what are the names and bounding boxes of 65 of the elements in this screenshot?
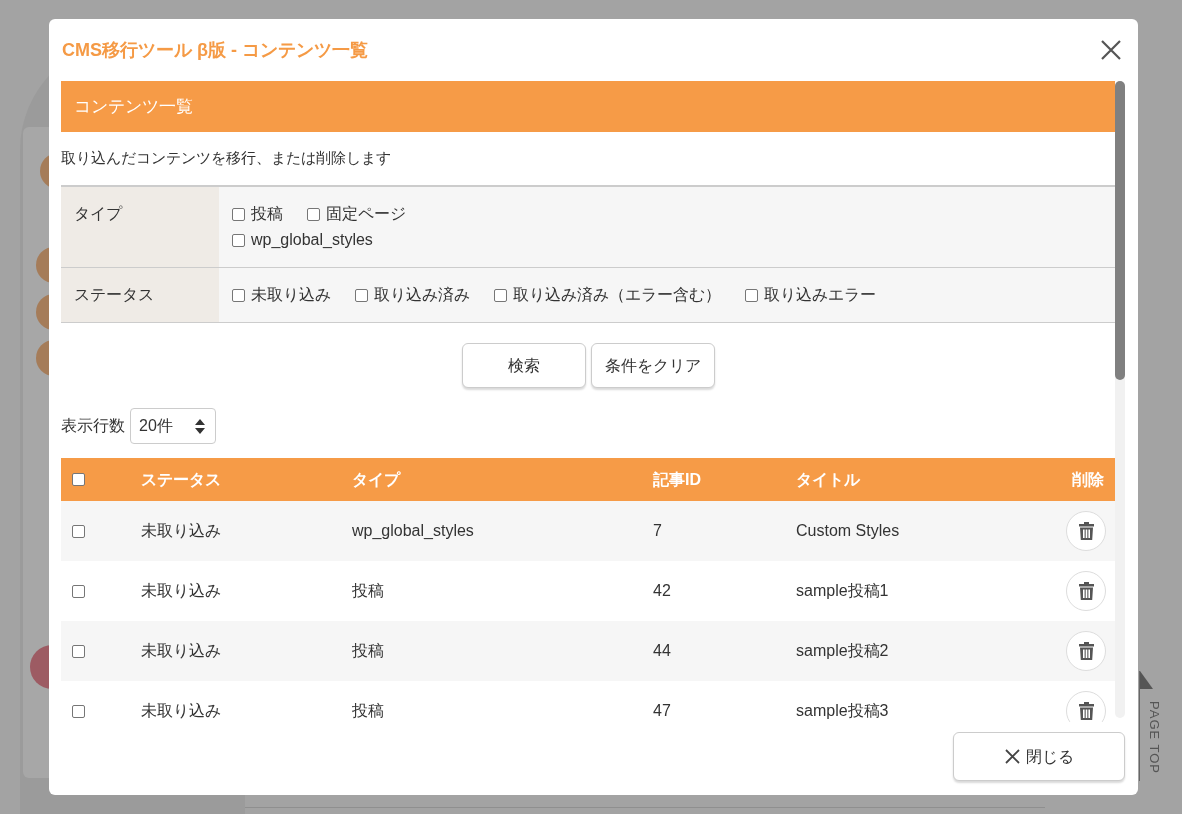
filter-action-button[interactable]: 条件をクリア xyxy=(590,343,715,388)
checkbox[interactable] xyxy=(72,524,85,538)
scrollbar-track[interactable] xyxy=(1115,81,1125,718)
table-cell-text: sample投稿2 xyxy=(796,641,889,661)
table-cell-text: wp_global_styles xyxy=(352,521,474,541)
checkbox-label: 未取り込み xyxy=(251,285,331,305)
table-cell-text: 投稿 xyxy=(352,641,384,661)
table-cell-text: 7 xyxy=(653,521,662,541)
checkbox-label: 取り込み済み xyxy=(374,285,470,305)
window-title: CMS移行ツール β版 - コンテンツ一覧 xyxy=(62,38,368,62)
checkbox-label: 固定ページ xyxy=(326,204,406,224)
table-cell-text: 投稿 xyxy=(352,581,384,601)
table-cell-text: 47 xyxy=(653,701,671,721)
checkbox[interactable] xyxy=(72,704,85,718)
column-header: タイトル xyxy=(796,469,860,490)
description-text: 取り込んだコンテンツを移行、または削除します xyxy=(61,148,391,168)
table-cell-text: 42 xyxy=(653,581,671,601)
checkbox[interactable] xyxy=(232,288,245,302)
delete-button[interactable] xyxy=(1066,571,1106,611)
section-title: コンテンツ一覧 xyxy=(74,95,193,118)
column-header: 記事ID xyxy=(653,469,701,490)
checkbox[interactable] xyxy=(494,288,507,302)
table-cell-text: Custom Styles xyxy=(796,521,900,541)
table-cell-text: sample投稿1 xyxy=(796,581,889,601)
checkbox[interactable] xyxy=(355,288,368,302)
column-header: ステータス xyxy=(141,469,221,490)
delete-button[interactable] xyxy=(1066,511,1106,551)
rows-per-page-select[interactable]: 20件 xyxy=(130,408,216,444)
checkbox[interactable] xyxy=(72,584,85,598)
rows-per-page-label: 表示行数 xyxy=(61,416,125,436)
checkbox[interactable] xyxy=(232,207,245,221)
trash-icon xyxy=(1078,642,1094,660)
filter-action-button[interactable]: 検索 xyxy=(461,343,586,388)
checkbox[interactable] xyxy=(745,288,758,302)
checkbox[interactable] xyxy=(72,644,85,658)
close-button[interactable] xyxy=(1100,39,1122,61)
triangle-icon xyxy=(1140,671,1153,689)
checkbox-label: 取り込みエラー xyxy=(764,285,876,305)
delete-button[interactable] xyxy=(1066,631,1106,671)
sort-caret-icon xyxy=(195,418,205,434)
checkbox[interactable] xyxy=(307,207,320,221)
close-icon xyxy=(1004,749,1020,764)
filter-label: ステータス xyxy=(74,286,154,303)
checkbox[interactable] xyxy=(72,473,85,486)
close-icon xyxy=(1101,40,1121,60)
table-cell-text: 未取り込み xyxy=(141,581,221,601)
table-cell-text: 未取り込み xyxy=(141,521,221,541)
table-cell-text: 44 xyxy=(653,641,671,661)
column-header: タイプ xyxy=(352,469,400,490)
checkbox[interactable] xyxy=(232,233,245,247)
close-dialog-button[interactable]: 閉じる xyxy=(953,732,1125,781)
table-cell-text: 投稿 xyxy=(352,701,384,721)
table-cell-text: 未取り込み xyxy=(141,701,221,721)
column-header: 削除 xyxy=(1072,469,1104,490)
trash-icon xyxy=(1078,522,1094,540)
checkbox-label: 取り込み済み（エラー含む） xyxy=(513,285,721,305)
checkbox-label: wp_global_styles xyxy=(251,230,373,250)
filter-label: タイプ xyxy=(74,205,122,222)
trash-icon xyxy=(1078,702,1094,720)
delete-button[interactable] xyxy=(1066,691,1106,722)
table-cell-text: 未取り込み xyxy=(141,641,221,661)
scrollbar-thumb[interactable] xyxy=(1115,81,1125,380)
checkbox-label: 投稿 xyxy=(251,204,283,224)
table-cell-text: sample投稿3 xyxy=(796,701,889,721)
trash-icon xyxy=(1078,582,1094,600)
